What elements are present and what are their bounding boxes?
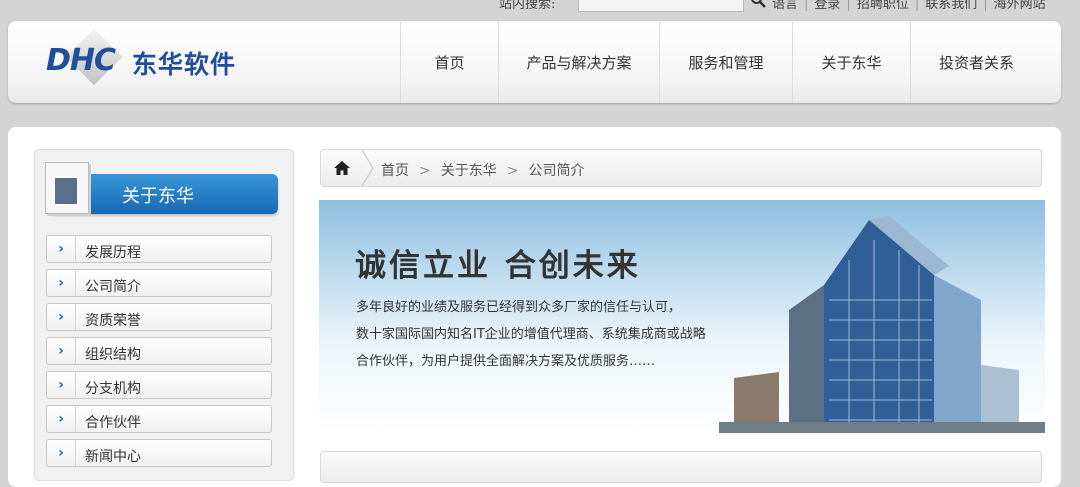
chevron-right-icon: › — [47, 372, 76, 398]
top-bar: 站内搜索: 语言 | 登录 | 招聘职位 | 联系我们 | 海外网站 — [0, 0, 1080, 14]
top-link-jobs[interactable]: 招聘职位 — [857, 0, 909, 12]
breadcrumb-home[interactable]: 首页 — [381, 163, 409, 179]
sidebar-item-label: 新闻中心 — [85, 449, 141, 465]
banner-text-line: 合作伙伴，为用户提供全面解决方案及优质服务…… — [356, 354, 656, 369]
search-icon[interactable] — [750, 0, 766, 8]
top-link-language[interactable]: 语言 — [772, 0, 798, 12]
nav-item-home[interactable]: 首页 — [400, 21, 498, 103]
sidebar: 关于东华 › 发展历程 › 公司简介 › 资质荣誉 › 组织结构 › 分支机构 … — [34, 149, 294, 481]
office-building-image — [719, 216, 1045, 433]
home-icon[interactable] — [333, 159, 351, 177]
top-link-login[interactable]: 登录 — [814, 0, 840, 12]
nav-item-services[interactable]: 服务和管理 — [659, 21, 792, 103]
sidebar-item-structure[interactable]: › 组织结构 — [46, 337, 272, 365]
chevron-right-icon: › — [47, 304, 76, 330]
sidebar-item-profile[interactable]: › 公司简介 — [46, 269, 272, 297]
breadcrumb: 首页 > 关于东华 > 公司简介 — [320, 149, 1042, 187]
top-links: 语言 | 登录 | 招聘职位 | 联系我们 | 海外网站 — [772, 0, 1046, 12]
banner-title: 诚信立业 合创未来 — [355, 248, 641, 284]
banner-text-line: 数十家国际国内知名IT企业的增值代理商、系统集成商或战略 — [356, 327, 706, 342]
breadcrumb-current: 公司简介 — [528, 163, 585, 179]
main-nav: 首页 产品与解决方案 服务和管理 关于东华 投资者关系 — [400, 21, 1042, 103]
sidebar-item-label: 分支机构 — [85, 381, 141, 397]
sidebar-item-label: 公司简介 — [85, 279, 141, 295]
sidebar-item-honors[interactable]: › 资质荣誉 — [46, 303, 272, 331]
search-label: 站内搜索: — [499, 0, 556, 12]
breadcrumb-trail: 首页 > 关于东华 > 公司简介 — [381, 163, 585, 179]
top-link-overseas[interactable]: 海外网站 — [994, 0, 1046, 12]
chevron-right-icon: › — [47, 270, 76, 296]
logo-text: DHC — [46, 43, 116, 78]
sidebar-item-label: 合作伙伴 — [85, 415, 141, 431]
content-section-bar — [320, 451, 1042, 483]
chevron-right-icon: › — [47, 338, 76, 364]
sidebar-item-label: 资质荣誉 — [85, 313, 141, 329]
breadcrumb-about[interactable]: 关于东华 — [441, 163, 497, 179]
sidebar-menu: › 发展历程 › 公司简介 › 资质荣誉 › 组织结构 › 分支机构 › 合作伙… — [46, 235, 274, 473]
chevron-right-icon: › — [47, 406, 76, 432]
nav-item-about[interactable]: 关于东华 — [792, 21, 910, 103]
sidebar-item-history[interactable]: › 发展历程 — [46, 235, 272, 263]
top-link-contact[interactable]: 联系我们 — [925, 0, 977, 12]
banner-text-line: 多年良好的业绩及服务已经得到众多厂家的信任与认可， — [356, 300, 682, 315]
nav-item-products[interactable]: 产品与解决方案 — [498, 21, 659, 103]
sidebar-item-label: 发展历程 — [85, 245, 141, 261]
content-panel: 关于东华 › 发展历程 › 公司简介 › 资质荣誉 › 组织结构 › 分支机构 … — [8, 127, 1061, 487]
chevron-right-icon: › — [47, 236, 76, 262]
nav-item-investors[interactable]: 投资者关系 — [910, 21, 1042, 103]
search-input[interactable] — [578, 0, 744, 12]
sidebar-item-news[interactable]: › 新闻中心 — [46, 439, 272, 467]
breadcrumb-divider-icon — [361, 149, 374, 187]
site-header: DHC 东华软件 首页 产品与解决方案 服务和管理 关于东华 投资者关系 — [8, 21, 1061, 103]
sidebar-item-label: 组织结构 — [85, 347, 141, 363]
chevron-right-icon: › — [47, 440, 76, 466]
sidebar-item-partners[interactable]: › 合作伙伴 — [46, 405, 272, 433]
sidebar-item-branches[interactable]: › 分支机构 — [46, 371, 272, 399]
logo[interactable]: DHC 东华软件 — [46, 28, 266, 89]
sidebar-title: 关于东华 — [122, 186, 194, 207]
person-photo-icon — [53, 176, 79, 206]
hero-banner: 诚信立业 合创未来 多年良好的业绩及服务已经得到众多厂家的信任与认可， 数十家国… — [319, 200, 1045, 433]
logo-company-name: 东华软件 — [132, 50, 237, 79]
